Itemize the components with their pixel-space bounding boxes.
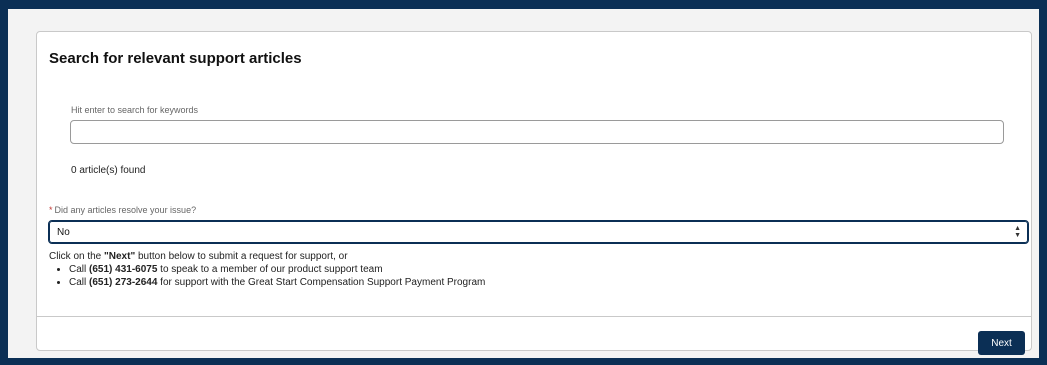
resolved-question-text: Did any articles resolve your issue? <box>54 205 197 215</box>
phone-number: (651) 273-2644 <box>89 277 158 288</box>
resolved-question-label: * Did any articles resolve your issue? <box>49 205 196 215</box>
footer-divider <box>37 316 1031 317</box>
resolved-select[interactable]: No ▲ ▼ <box>48 220 1029 244</box>
intro-prefix: Click on the <box>49 251 105 262</box>
contact-item-product-support: Call (651) 431-6075 to speak to a member… <box>69 263 1009 276</box>
contact-suffix: for support with the Great Start Compens… <box>157 277 486 288</box>
section-title: Search for relevant support articles <box>49 50 302 67</box>
select-arrows-icon: ▲ ▼ <box>1014 225 1021 239</box>
contact-item-great-start: Call (651) 273-2644 for support with the… <box>69 276 1009 289</box>
next-button[interactable]: Next <box>978 331 1025 355</box>
intro-next-bold: "Next" <box>104 251 136 262</box>
support-instructions: Click on the "Next" button below to subm… <box>49 250 1009 289</box>
resolved-select-value: No <box>57 227 70 238</box>
contact-prefix: Call <box>69 264 90 275</box>
results-count: 0 article(s) found <box>71 165 146 176</box>
contact-prefix: Call <box>69 277 90 288</box>
contact-suffix: to speak to a member of our product supp… <box>157 264 383 275</box>
instructions-intro: Click on the "Next" button below to subm… <box>49 250 1009 263</box>
page-frame: Search for relevant support articles Hit… <box>8 9 1039 358</box>
support-search-card: Search for relevant support articles Hit… <box>36 31 1032 355</box>
phone-number: (651) 431-6075 <box>89 264 158 275</box>
keyword-search-label: Hit enter to search for keywords <box>71 105 199 115</box>
contact-list: Call (651) 431-6075 to speak to a member… <box>49 263 1009 289</box>
keyword-search-input[interactable] <box>70 120 1004 144</box>
required-marker: * <box>49 205 53 215</box>
intro-suffix: button below to submit a request for sup… <box>135 251 348 262</box>
